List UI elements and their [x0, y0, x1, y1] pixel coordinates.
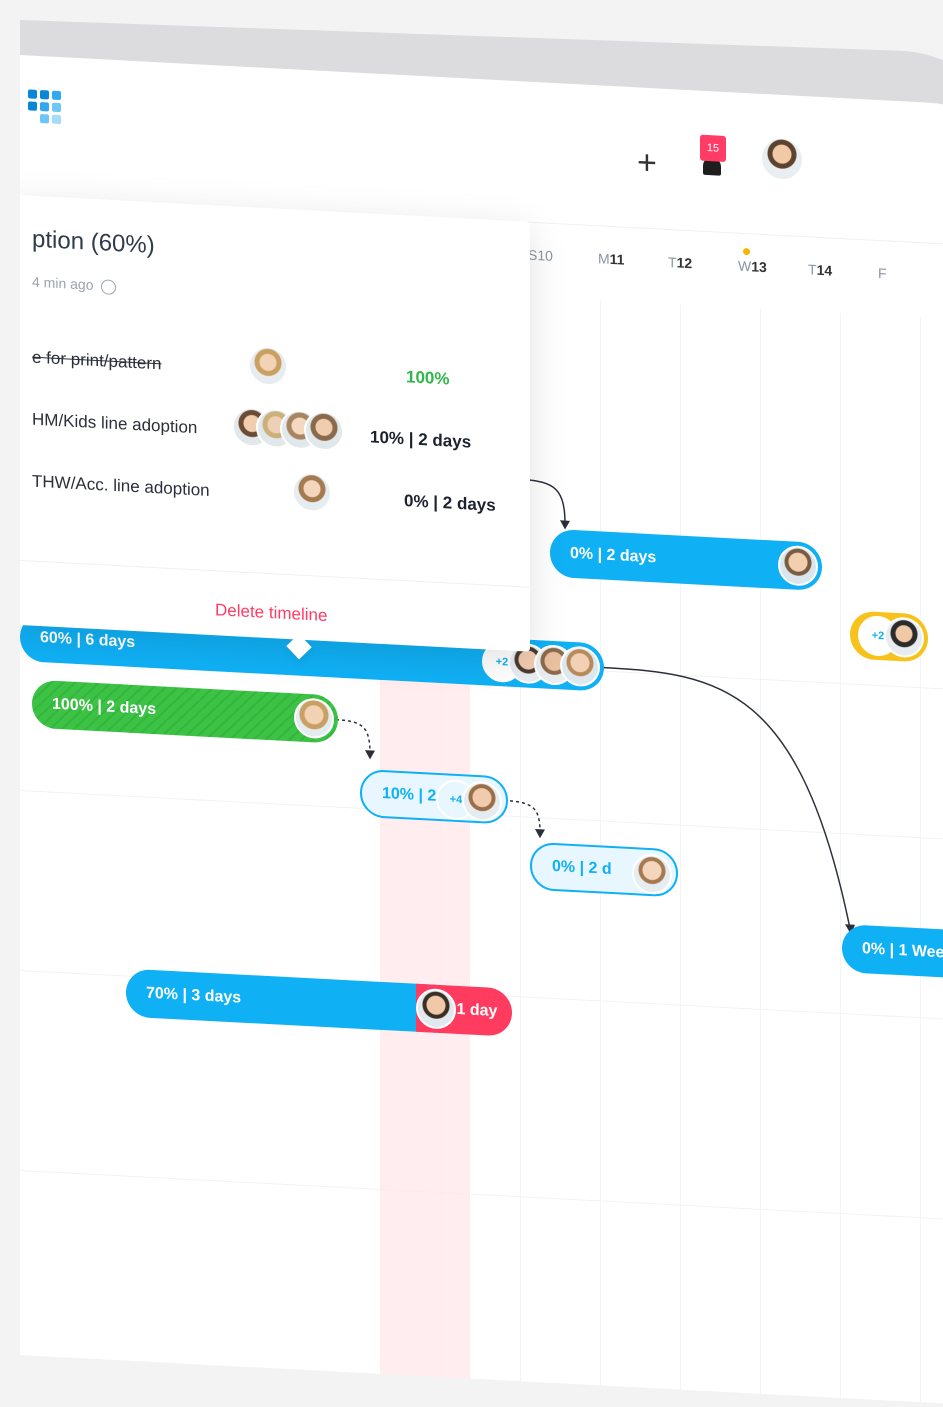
bar-label: 100% | 2 days [52, 695, 157, 719]
task-assignee-avatar[interactable] [292, 471, 332, 514]
task-name[interactable]: e for print/pattern [32, 348, 161, 375]
timeline-subtask-bar[interactable]: 0% | 2 d [530, 841, 678, 898]
popup-updated-time: 4 min ago [32, 273, 117, 295]
bar-label: 0% | 2 days [570, 544, 657, 567]
timeline-detail-popup: ption (60%) 4 min ago e for print/patter… [20, 194, 530, 660]
timeline-subtask-bar[interactable]: 10% | 2 d +4 [360, 768, 508, 825]
assignee-avatar[interactable] [778, 544, 818, 587]
task-progress: 100% [406, 367, 450, 389]
bar-label: 0% | 1 Week [862, 940, 943, 962]
task-assignee-avatar[interactable] [248, 344, 288, 388]
delete-timeline-button[interactable]: Delete timeline [215, 600, 327, 626]
popup-divider [20, 559, 530, 588]
bar-assignees [294, 697, 334, 740]
task-progress: 0% | 2 days [404, 491, 496, 515]
bar-assignees [416, 987, 456, 1030]
bar-label: 60% | 6 days [40, 629, 136, 652]
task-name[interactable]: HM/Kids line adoption [32, 410, 197, 439]
bar-assignees: +2 [858, 614, 924, 659]
updated-time-text: 4 min ago [32, 273, 94, 293]
bar-assignees: +4 [436, 778, 502, 823]
task-name[interactable]: THW/Acc. line adoption [32, 472, 210, 501]
assignee-avatar[interactable] [632, 853, 672, 896]
assignee-avatar[interactable] [294, 697, 334, 740]
overdue-label: 1 day [456, 1000, 498, 1021]
history-icon[interactable] [101, 279, 117, 295]
bar-label: 0% | 2 d [552, 857, 612, 879]
popup-title: ption (60%) [32, 225, 155, 260]
app-screen: + 15 S9 S10 M11 T12 W13 T14 F [20, 55, 943, 1407]
bar-assignees [778, 544, 818, 587]
task-progress: 10% | 2 days [370, 427, 472, 452]
bar-label: 70% | 3 days [146, 984, 242, 1007]
bar-assignees [632, 853, 672, 896]
timeline-bar-collapsed[interactable]: +2 [850, 610, 928, 663]
